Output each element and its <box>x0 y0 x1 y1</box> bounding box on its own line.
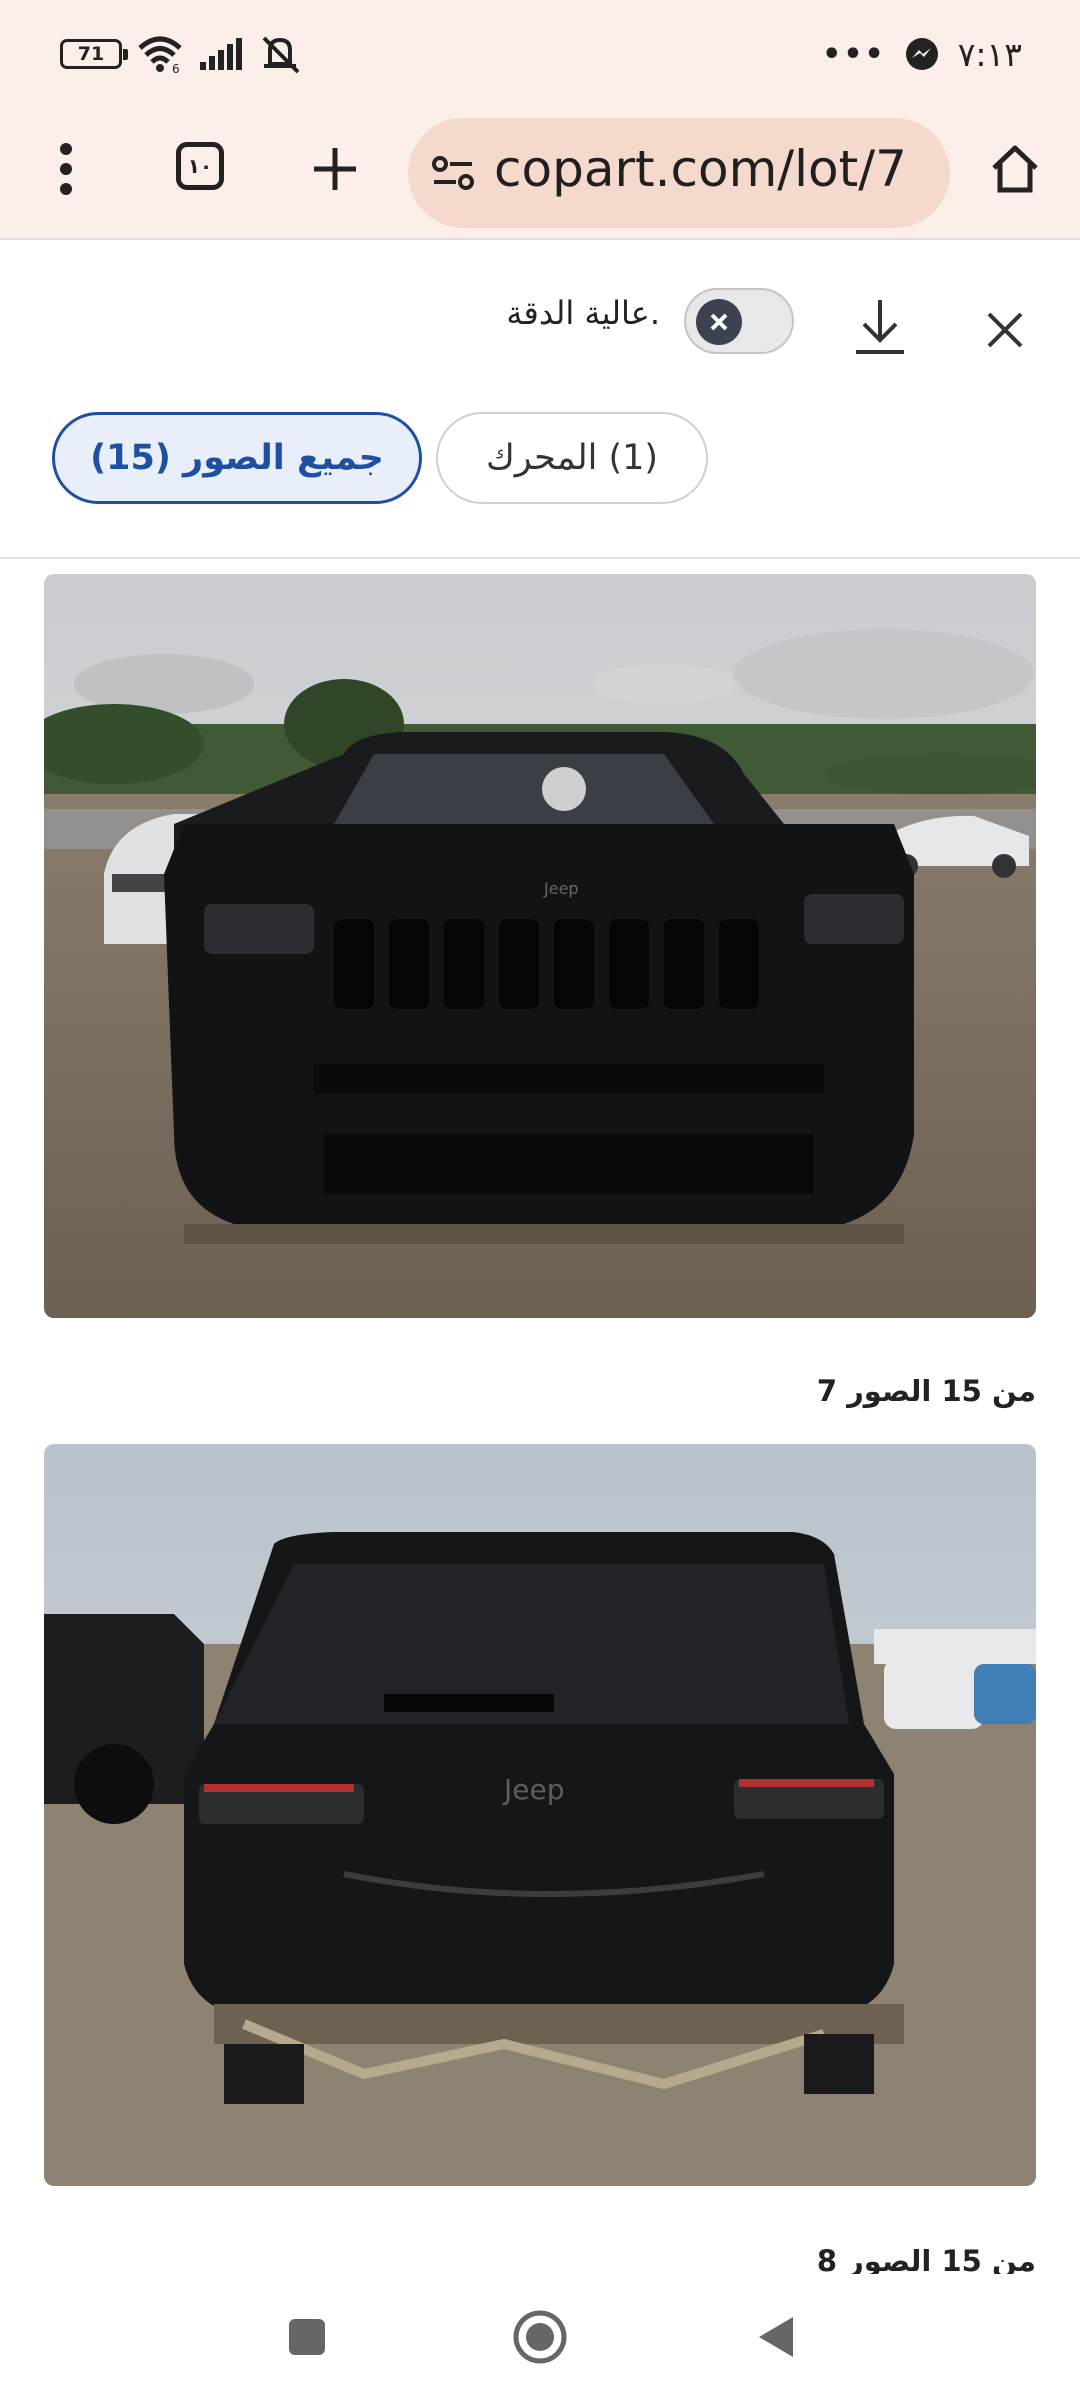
status-right: ••• ٧:١٣ <box>822 32 1022 76</box>
new-tab-button[interactable] <box>300 134 370 204</box>
x-icon <box>710 313 728 331</box>
browser-toolbar: ١٠ copart.com/lot/7 <box>0 108 1080 238</box>
mute-icon <box>262 36 300 74</box>
chip-all-photos[interactable]: جميع الصور (15) <box>52 412 422 504</box>
download-icon <box>856 300 904 354</box>
divider <box>0 557 1080 559</box>
tab-count: ١٠ <box>187 154 213 178</box>
jeep-front-image: Jeep <box>44 574 1036 1318</box>
messenger-icon <box>905 38 938 70</box>
url-bar[interactable]: copart.com/lot/7 <box>408 118 950 228</box>
back-triangle-icon <box>759 2317 793 2357</box>
tabs-button[interactable]: ١٠ <box>168 134 232 198</box>
svg-text:6: 6 <box>172 62 180 74</box>
vehicle-photo-rear[interactable]: Jeep <box>44 1444 1036 2186</box>
recents-button[interactable] <box>272 2302 342 2372</box>
vehicle-photo-front[interactable]: Jeep <box>44 574 1036 1318</box>
high-res-toggle[interactable] <box>684 288 794 354</box>
chip-all-photos-label: جميع الصور (15) <box>90 438 384 478</box>
status-left: 71 6 <box>60 34 304 74</box>
toggle-knob <box>696 299 742 345</box>
wifi-icon: 6 <box>138 36 182 74</box>
more-notifications: ••• <box>822 36 886 72</box>
back-button[interactable] <box>740 2302 810 2372</box>
home-icon <box>992 145 1038 193</box>
chip-engine[interactable]: (1) المحرك <box>436 412 708 504</box>
recents-square-icon <box>289 2319 325 2355</box>
menu-dots-icon <box>60 143 72 195</box>
chip-engine-label: (1) المحرك <box>485 438 659 478</box>
home-nav-button[interactable] <box>505 2302 575 2372</box>
battery-level: 71 <box>77 43 105 65</box>
high-res-label: .عالية الدقة <box>506 294 660 332</box>
system-nav-bar <box>0 2274 1080 2400</box>
url-text[interactable]: copart.com/lot/7 <box>494 140 907 198</box>
svg-text:Jeep: Jeep <box>543 879 579 898</box>
download-button[interactable] <box>848 292 912 362</box>
signal-icon <box>200 38 242 70</box>
battery-icon: 71 <box>60 39 128 69</box>
plus-icon <box>314 148 356 190</box>
svg-text:Jeep: Jeep <box>502 1773 564 1806</box>
tabs-icon: ١٠ <box>176 142 224 190</box>
site-settings-icon[interactable] <box>428 148 478 198</box>
clock: ٧:١٣ <box>957 34 1022 74</box>
home-button[interactable] <box>980 134 1050 204</box>
photo-caption: من 15 الصور 8 <box>816 2244 1036 2278</box>
close-icon <box>987 312 1023 348</box>
photo-viewer-header: .عالية الدقة جميع الصور (15) (1) المحرك <box>0 238 1080 562</box>
jeep-rear-image: Jeep <box>44 1444 1036 2186</box>
status-bar: 71 6 ••• ٧:١٣ <box>0 0 1080 108</box>
close-button[interactable] <box>975 300 1035 360</box>
photo-caption: من 15 الصور 7 <box>816 1374 1036 1408</box>
home-circle-icon <box>513 2310 567 2364</box>
menu-button[interactable] <box>38 138 94 200</box>
